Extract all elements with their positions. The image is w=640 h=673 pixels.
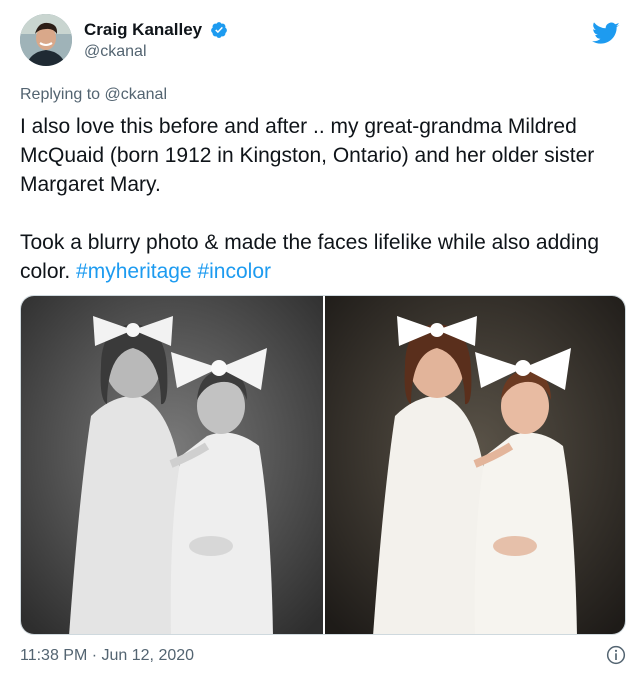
hashtag-link[interactable]: #myheritage: [76, 260, 192, 283]
tweet-media-grid: [20, 295, 626, 635]
tweet-timestamp[interactable]: 11:38 PM · Jun 12, 2020: [20, 647, 194, 665]
replying-to-line: Replying to @ckanal: [20, 86, 167, 104]
author-names: Craig Kanalley @ckanal: [84, 20, 228, 61]
tweet-text: I also love this before and after .. my …: [20, 112, 632, 286]
tweet-paragraph-2: Took a blurry photo & made the faces lif…: [20, 228, 632, 286]
after-photo-image: [325, 296, 625, 634]
before-photo[interactable]: [21, 296, 323, 634]
twitter-bird-icon[interactable]: [592, 22, 620, 46]
tweet-paragraph-1: I also love this before and after .. my …: [20, 115, 595, 196]
tweet-header: Craig Kanalley @ckanal: [20, 14, 620, 74]
verified-badge-icon: [210, 22, 227, 38]
reply-mention-link[interactable]: @ckanal: [105, 86, 168, 103]
author-avatar[interactable]: [20, 14, 72, 66]
replying-to-prefix: Replying to: [20, 86, 101, 103]
before-photo-image: [21, 296, 323, 634]
after-photo[interactable]: [325, 296, 625, 634]
info-icon[interactable]: [606, 645, 626, 665]
hashtag-link[interactable]: #incolor: [197, 260, 271, 283]
author-display-name[interactable]: Craig Kanalley: [84, 20, 202, 40]
author-handle[interactable]: @ckanal: [84, 43, 228, 61]
tweet-card: Craig Kanalley @ckanal Replying to @ckan…: [0, 0, 640, 673]
avatar-icon: [20, 14, 72, 66]
